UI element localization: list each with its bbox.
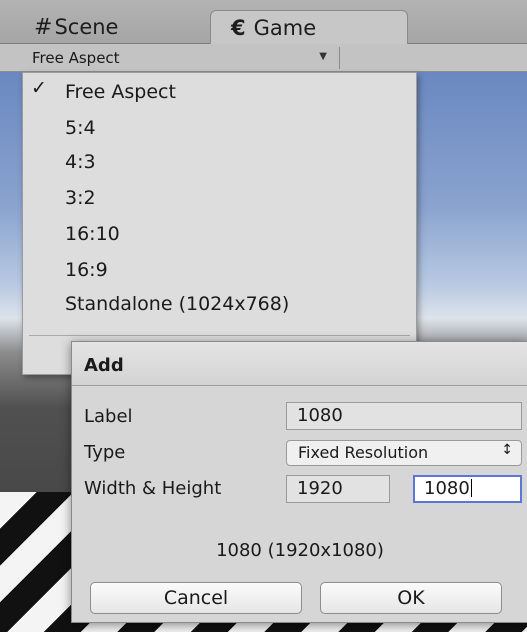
resolution-preview: 1080 (1920x1080) [216,540,384,561]
updown-arrows-icon: ↕ [501,442,513,458]
menu-item-4-3[interactable]: 4:3 [65,147,96,177]
menu-item-standalone[interactable]: Standalone (1024x768) [65,289,289,319]
menu-item-free-aspect[interactable]: Free Aspect [65,77,176,107]
aspect-menu: ✓ Free Aspect 5:4 4:3 3:2 16:10 16:9 Sta… [22,72,417,375]
type-select-value: Fixed Resolution [298,443,429,462]
scene-icon: # [34,14,53,40]
game-toolbar: Free Aspect ▼ [0,44,527,72]
menu-item-3-2[interactable]: 3:2 [65,183,96,213]
chevron-down-icon: ▼ [319,51,327,62]
cancel-button[interactable]: Cancel [90,582,302,614]
ok-button[interactable]: OK [320,582,502,614]
aspect-dropdown-value: Free Aspect [32,49,120,67]
tab-bar: # Scene € Game [0,0,527,44]
add-resolution-dialog: Add Label 1080 Type Fixed Resolution ↕ W… [71,341,527,623]
label-caption: Label [84,406,133,427]
game-icon: € [231,15,246,40]
width-input[interactable]: 1920 [286,475,390,503]
label-input[interactable]: 1080 [286,402,522,430]
menu-item-16-9[interactable]: 16:9 [65,255,108,285]
text-cursor [470,479,472,497]
menu-separator [29,335,410,336]
menu-item-16-10[interactable]: 16:10 [65,219,120,249]
type-select[interactable]: Fixed Resolution ↕ [286,440,522,466]
tab-game[interactable]: € Game [210,10,408,44]
height-input-value: 1080 [424,478,470,499]
dialog-title: Add [72,342,527,386]
aspect-dropdown[interactable]: Free Aspect ▼ [28,47,340,69]
width-height-caption: Width & Height [84,478,222,499]
tab-scene[interactable]: # Scene [34,10,194,44]
checkmark-icon: ✓ [31,77,47,99]
tab-scene-label: Scene [54,15,119,39]
tab-game-label: Game [253,15,317,40]
type-caption: Type [84,442,126,463]
height-input[interactable]: 1080 [413,475,522,503]
menu-item-5-4[interactable]: 5:4 [65,113,96,143]
